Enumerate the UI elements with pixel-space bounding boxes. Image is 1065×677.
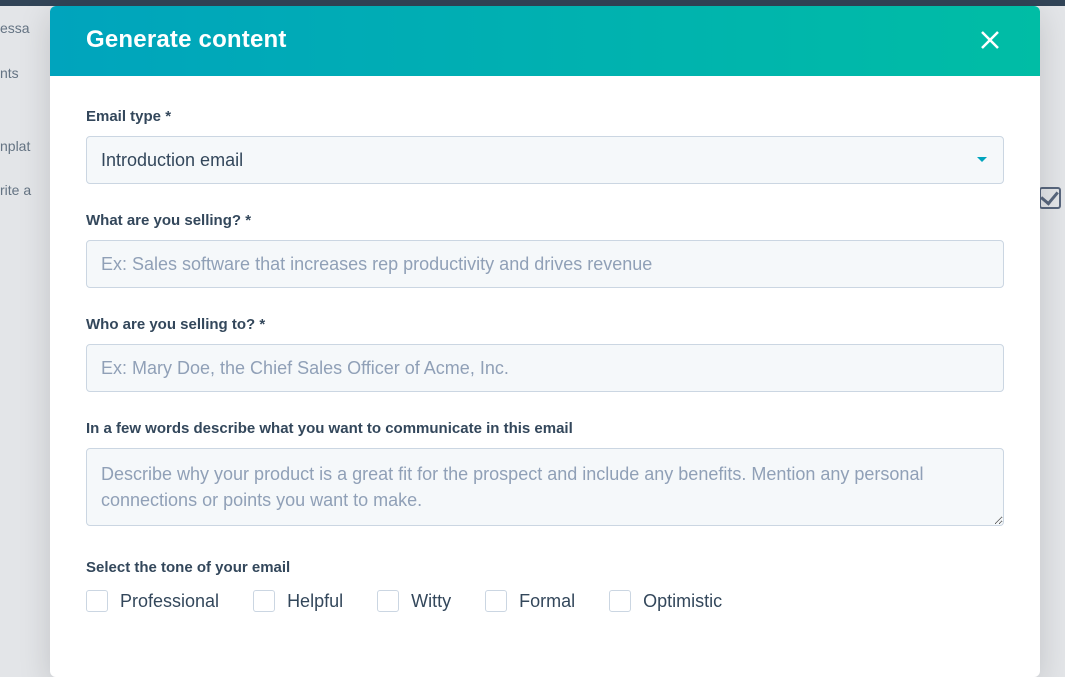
tone-option-helpful[interactable]: Helpful [253,590,343,612]
tone-option-professional[interactable]: Professional [86,590,219,612]
checkbox-icon [485,590,507,612]
tone-option-label: Optimistic [643,591,722,612]
email-type-group: Email type * Introduction email [86,108,1004,184]
modal-title: Generate content [86,26,287,54]
generate-content-modal: Generate content Email type * Introducti… [50,6,1040,677]
tone-option-label: Witty [411,591,451,612]
checkbox-icon [253,590,275,612]
email-type-value: Introduction email [86,136,1004,184]
describe-label: In a few words describe what you want to… [86,420,1004,437]
tone-group: Select the tone of your email Profession… [86,559,1004,612]
checkbox-icon [377,590,399,612]
close-icon [979,29,1001,51]
describe-textarea[interactable] [86,448,1004,526]
modal-header: Generate content [50,6,1040,76]
email-type-label: Email type * [86,108,1004,125]
tone-option-label: Formal [519,591,575,612]
selling-to-input[interactable] [86,344,1004,392]
checkbox-icon [609,590,631,612]
tone-label: Select the tone of your email [86,559,1004,576]
checkbox-icon [86,590,108,612]
email-type-select[interactable]: Introduction email [86,136,1004,184]
selling-what-input[interactable] [86,240,1004,288]
close-button[interactable] [976,26,1004,54]
selling-to-label: Who are you selling to? * [86,316,1004,333]
tone-options: Professional Helpful Witty Formal Optimi… [86,590,1004,612]
tone-option-label: Professional [120,591,219,612]
selling-to-group: Who are you selling to? * [86,316,1004,392]
tone-option-witty[interactable]: Witty [377,590,451,612]
selling-what-label: What are you selling? * [86,212,1004,229]
modal-body: Email type * Introduction email What are… [50,76,1040,622]
tone-option-optimistic[interactable]: Optimistic [609,590,722,612]
describe-group: In a few words describe what you want to… [86,420,1004,531]
tone-option-label: Helpful [287,591,343,612]
selling-what-group: What are you selling? * [86,212,1004,288]
tone-option-formal[interactable]: Formal [485,590,575,612]
